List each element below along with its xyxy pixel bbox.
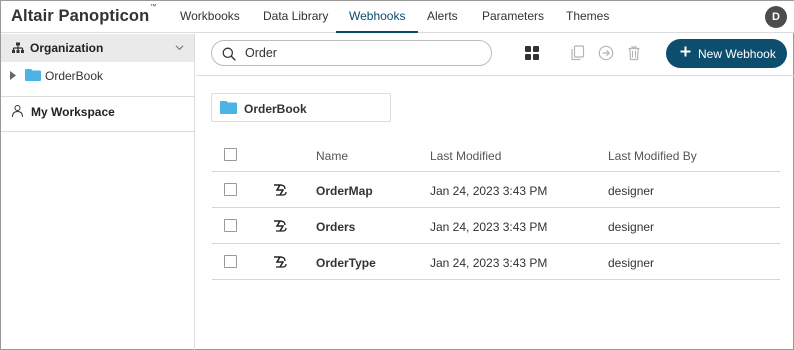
app-window: Altair Panopticon™ Workbooks Data Librar… <box>0 0 794 350</box>
plus-icon <box>680 46 691 57</box>
user-avatar[interactable]: D <box>765 6 787 28</box>
row-checkbox[interactable] <box>224 219 237 232</box>
organization-label: Organization <box>30 41 104 55</box>
last-modified-by: designer <box>608 256 655 270</box>
webhook-name[interactable]: OrderMap <box>316 184 373 198</box>
user-icon <box>12 105 23 117</box>
table-divider <box>212 171 780 172</box>
hierarchy-icon <box>12 42 24 53</box>
tab-data-library[interactable]: Data Library <box>250 1 341 33</box>
last-modified-by: designer <box>608 184 655 198</box>
divider <box>1 131 194 132</box>
search-box[interactable] <box>211 40 492 66</box>
trademark: ™ <box>150 3 157 10</box>
search-input[interactable] <box>245 45 475 61</box>
folder-icon <box>220 101 237 114</box>
folder-card-orderbook[interactable]: OrderBook <box>211 93 391 122</box>
main-toolbar: New Webhook <box>196 34 794 76</box>
folder-card-label: OrderBook <box>244 102 307 116</box>
select-all-checkbox[interactable] <box>224 148 237 161</box>
search-icon <box>222 47 236 61</box>
tab-webhooks[interactable]: Webhooks <box>336 1 419 33</box>
last-modified: Jan 24, 2023 3:43 PM <box>430 220 548 234</box>
delete-icon[interactable] <box>626 45 642 61</box>
table-row[interactable]: OrderType Jan 24, 2023 3:43 PM designer <box>212 245 780 279</box>
chevron-right-icon[interactable] <box>10 71 16 80</box>
row-checkbox[interactable] <box>224 255 237 268</box>
last-modified: Jan 24, 2023 3:43 PM <box>430 256 548 270</box>
copy-icon[interactable] <box>570 45 586 61</box>
webhook-icon <box>274 220 287 232</box>
tab-workbooks[interactable]: Workbooks <box>167 1 253 33</box>
move-icon[interactable] <box>598 45 614 61</box>
table-row[interactable]: OrderMap Jan 24, 2023 3:43 PM designer <box>212 173 780 207</box>
new-webhook-label: New Webhook <box>698 47 776 61</box>
webhook-icon <box>274 256 287 268</box>
last-modified: Jan 24, 2023 3:43 PM <box>430 184 548 198</box>
app-logo[interactable]: Altair Panopticon™ <box>11 3 157 26</box>
tab-parameters[interactable]: Parameters <box>469 1 557 33</box>
app-title: Altair Panopticon <box>11 7 150 25</box>
table-divider <box>212 279 780 280</box>
tree-item-orderbook[interactable]: OrderBook <box>1 65 194 87</box>
webhook-name[interactable]: OrderType <box>316 256 376 270</box>
table-divider <box>212 207 780 208</box>
table-divider <box>212 243 780 244</box>
row-checkbox[interactable] <box>224 183 237 196</box>
webhook-icon <box>274 184 287 196</box>
sidebar: Organization OrderBook My Workspace <box>1 34 195 350</box>
my-workspace-item[interactable]: My Workspace <box>1 100 194 124</box>
folder-icon <box>25 69 41 81</box>
tab-alerts[interactable]: Alerts <box>414 1 471 33</box>
tab-themes[interactable]: Themes <box>553 1 622 33</box>
table-row[interactable]: Orders Jan 24, 2023 3:43 PM designer <box>212 209 780 243</box>
grid-view-icon[interactable] <box>525 46 539 60</box>
tree-item-label: OrderBook <box>45 69 104 83</box>
divider <box>1 96 194 97</box>
new-webhook-button[interactable]: New Webhook <box>666 39 787 68</box>
top-navigation-bar: Altair Panopticon™ Workbooks Data Librar… <box>1 1 794 33</box>
column-header-name[interactable]: Name <box>316 149 348 163</box>
organization-header[interactable]: Organization <box>1 34 194 62</box>
column-header-last-modified[interactable]: Last Modified <box>430 149 501 163</box>
column-header-last-modified-by[interactable]: Last Modified By <box>608 149 697 163</box>
webhook-name[interactable]: Orders <box>316 220 355 234</box>
my-workspace-label: My Workspace <box>31 105 115 119</box>
chevron-down-icon[interactable] <box>175 43 184 52</box>
last-modified-by: designer <box>608 220 655 234</box>
